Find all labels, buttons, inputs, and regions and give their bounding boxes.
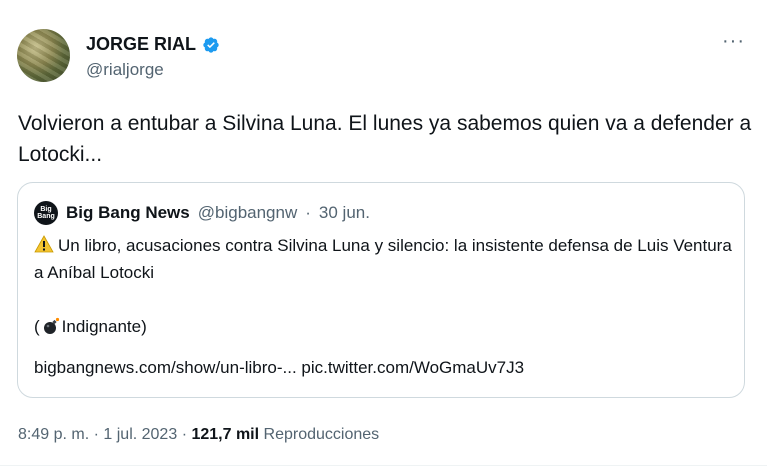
tweet-date[interactable]: 1 jul. 2023 xyxy=(103,426,177,443)
divider xyxy=(0,465,767,466)
tweet-time[interactable]: 8:49 p. m. xyxy=(18,426,89,443)
bomb-icon xyxy=(43,317,59,334)
author-avatar[interactable] xyxy=(17,29,70,82)
tweet-footer: 8:49 p. m. · 1 jul. 2023 · 121,7 mil Rep… xyxy=(18,426,379,444)
footer-dot: · xyxy=(181,426,188,443)
quoted-headline: Un libro, acusaciones contra Silvina Lun… xyxy=(34,232,734,286)
quoted-tweet-header: Big Bang Big Bang News @bigbangnw · 30 j… xyxy=(34,201,370,225)
quoted-author-handle: @bigbangnw xyxy=(197,203,298,222)
views-label: Reproducciones xyxy=(263,426,380,443)
reaction-label: Indignante) xyxy=(61,317,147,336)
tweet-text: Volvieron a entubar a Silvina Luna. El l… xyxy=(18,112,752,166)
author-handle[interactable]: @rialjorge xyxy=(86,60,164,80)
quoted-date: 30 jun. xyxy=(318,203,370,222)
more-options-icon[interactable]: ··· xyxy=(722,30,745,53)
quoted-author-name: Big Bang News xyxy=(66,203,190,222)
views-count: 121,7 mil xyxy=(191,426,260,443)
quoted-reaction: ( Indignante) xyxy=(34,313,734,340)
article-link[interactable]: bigbangnews.com/show/un-libro-... xyxy=(34,358,297,377)
quoted-headline-text: Un libro, acusaciones contra Silvina Lun… xyxy=(34,236,732,282)
author-name-row[interactable]: JORGE RIAL xyxy=(86,34,220,55)
quoted-author-avatar: Big Bang xyxy=(34,201,58,225)
reaction-open: ( xyxy=(34,317,40,336)
pic-link[interactable]: pic.twitter.com/WoGmaUv7J3 xyxy=(301,358,524,377)
author-name[interactable]: JORGE RIAL xyxy=(86,34,196,55)
warning-icon xyxy=(34,235,54,253)
footer-dot: · xyxy=(93,426,99,443)
verified-badge-icon xyxy=(203,36,219,53)
quoted-tweet-body: Un libro, acusaciones contra Silvina Lun… xyxy=(34,232,734,381)
quoted-tweet-card[interactable]: Big Bang Big Bang News @bigbangnw · 30 j… xyxy=(17,182,745,398)
meta-separator: · xyxy=(305,203,311,222)
quoted-links: bigbangnews.com/show/un-libro-... pic.tw… xyxy=(34,354,734,381)
